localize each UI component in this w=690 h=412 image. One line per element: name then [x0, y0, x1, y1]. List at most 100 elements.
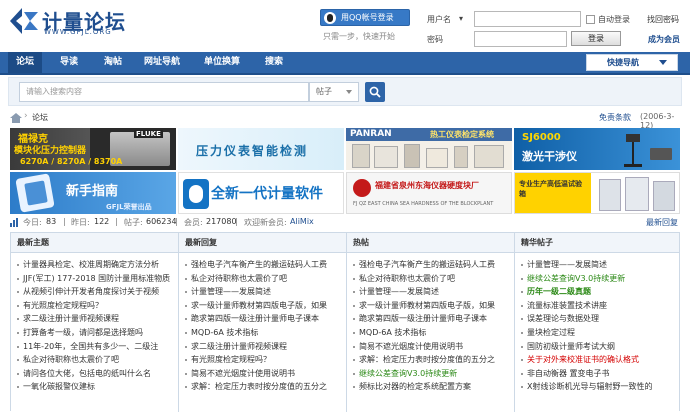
quick-start-hint: 只需一步，快速开始 [323, 32, 395, 41]
topic-link[interactable]: 量块检定过程 [521, 326, 681, 340]
topic-link[interactable]: 请问各位大佬，包括电的纸叫什么名 [17, 367, 177, 381]
stats-divider: | [175, 217, 178, 226]
banner-sj6000-model: SJ6000 [522, 132, 561, 143]
banner-sj6000[interactable]: SJ6000 激光干涉仪 [514, 128, 680, 170]
latest-reply-link[interactable]: 最新回复 [646, 217, 678, 228]
stats-yesterday-value: 122 [94, 217, 110, 226]
topic-link[interactable]: 强检电子汽车衡产生的搬运砝码人工费 [185, 258, 345, 272]
username-dropdown-icon[interactable]: ▾ [459, 14, 463, 23]
topic-link[interactable]: 国防初级计量师考试大纲 [521, 340, 681, 354]
topic-link[interactable]: 求解：检定压力表时按分度值的五分之 [185, 380, 345, 394]
banner-test-chamber[interactable]: 专业生产高低温试验箱 [514, 172, 680, 214]
topic-link[interactable]: JJF(军工) 177-2018 国防计量用标准物质 [17, 272, 177, 286]
breadcrumb-separator: › [24, 111, 28, 121]
register-link[interactable]: 成为会员 [648, 34, 680, 45]
topic-link[interactable]: 频标比对器的检定系统配置方案 [353, 380, 513, 394]
nav-item-url-nav[interactable]: 网址导航 [136, 52, 188, 73]
topic-link[interactable]: 流量标准装置技术讲座 [521, 299, 681, 313]
banner-software[interactable]: 全新一代计量软件 [178, 172, 344, 214]
disclaimer-link[interactable]: 免责条款 [599, 112, 631, 123]
banner-newbie-sub: GFJL荣誉出品 [106, 203, 152, 211]
header: 计量论坛 WWW.GFJL.ORG 用QQ帐号登录 只需一步，快速开始 用户名 … [0, 0, 690, 50]
topic-link[interactable]: 打算备考一级，请问都是选择题吗 [17, 326, 177, 340]
banner-panran[interactable]: PANRAN 热工仪表检定系统 [346, 128, 512, 170]
banner-software-title: 全新一代计量软件 [211, 186, 323, 202]
logo-url: WWW.GFJL.ORG [44, 28, 112, 36]
banner-hardness-sub: FJ QZ EAST CHINA SEA HARDNESS OF THE BLO… [353, 201, 494, 207]
topic-link[interactable]: MQD-6A 技术指标 [185, 326, 345, 340]
topic-link[interactable]: 一氧化碳报警仪建标 [17, 380, 177, 394]
topic-list: 强检电子汽车衡产生的搬运砝码人工费 私企对待职称也太震价了吧 计量管理——发展简述求… [353, 258, 513, 394]
topic-link[interactable]: 私企对待职称也太震价了吧 [185, 272, 345, 286]
topic-link[interactable]: 求一级计量师教材第四版电子版，如果 [353, 299, 513, 313]
topic-link[interactable]: 11年-20年，全国共有多少一、二级注 [17, 340, 177, 354]
topic-link[interactable]: 求二级注册计量师视频课程 [17, 312, 177, 326]
stats-posts-value: 606234 [146, 217, 177, 226]
topic-link[interactable]: 继续公差查询V3.0持续更新 [353, 367, 513, 381]
search-icon [369, 86, 381, 98]
quick-nav-button[interactable]: 快捷导航 [586, 54, 678, 71]
topic-link[interactable]: 简易不遮光烟度计使用说明书 [185, 367, 345, 381]
topic-link[interactable]: X射线诊断机光导与辐射野一致性的 [521, 380, 681, 394]
column-title: 精华帖子 [515, 233, 679, 253]
nav-item-collections[interactable]: 淘帖 [96, 52, 130, 73]
column-title: 最新主题 [11, 233, 178, 253]
topic-link[interactable]: 从视频引伸计开发者角度探讨关于视频 [17, 285, 177, 299]
username-input[interactable] [474, 11, 581, 27]
topic-link[interactable]: 计量管理——发展简述 [353, 285, 513, 299]
topic-link[interactable]: 简易不遮光烟度计使用说明书 [353, 340, 513, 354]
site-logo[interactable]: 计量论坛 WWW.GFJL.ORG [8, 6, 128, 36]
topic-link[interactable]: 非自动衡器 置变电子书 [521, 367, 681, 381]
password-input[interactable] [474, 31, 567, 47]
topic-link[interactable]: 计量管理——发展简述 [185, 285, 345, 299]
login-button[interactable]: 登录 [571, 31, 621, 46]
search-input[interactable]: 请输入搜索内容 [19, 82, 309, 102]
topic-link[interactable]: 私企对待职称也太震价了吧 [353, 272, 513, 286]
topic-link[interactable]: 求二级注册计量师视频课程 [185, 340, 345, 354]
topic-link[interactable]: 强检电子汽车衡产生的搬运砝码人工费 [353, 258, 513, 272]
nav-item-forum[interactable]: 论坛 [8, 52, 43, 73]
auto-login-checkbox[interactable] [586, 15, 595, 24]
topic-link[interactable]: 跪求第四版一级注册计量师电子课本 [185, 312, 345, 326]
stats-newest-label: 欢迎新会员: [244, 218, 287, 227]
qq-login-label: 用QQ帐号登录 [341, 13, 394, 22]
topic-link[interactable]: 历年一级二级真题 [521, 285, 681, 299]
topic-link[interactable]: 求解：检定压力表时按分度值的五分之 [353, 353, 513, 367]
auto-login-label: 自动登录 [598, 15, 630, 24]
nav-item-guide[interactable]: 导读 [52, 52, 86, 73]
topic-link[interactable]: 求一级计量师教材第四版电子版，如果 [185, 299, 345, 313]
chevron-down-icon [659, 60, 667, 65]
search-button[interactable] [365, 82, 385, 102]
stats-yesterday-label: 昨日: [71, 218, 90, 227]
qq-login-button[interactable]: 用QQ帐号登录 [320, 9, 410, 26]
stats-newest-member[interactable]: AliMix [290, 217, 314, 226]
topic-link[interactable]: 计量器具检定、校准周期确定方法分析 [17, 258, 177, 272]
logo-mark-icon [10, 8, 38, 34]
topic-link[interactable]: 有光照度检定规程吗？ [185, 353, 345, 367]
banner-pressure-title: 压力仪表智能检测 [196, 144, 309, 158]
nav-item-unit-convert[interactable]: 单位换算 [196, 52, 248, 73]
breadcrumb-current[interactable]: 论坛 [32, 112, 48, 123]
topic-link[interactable]: 有光照度检定规程吗？ [17, 299, 177, 313]
nav-item-search[interactable]: 搜索 [257, 52, 291, 73]
topic-link[interactable]: 误差理论与数据处理 [521, 312, 681, 326]
forgot-password-link[interactable]: 找回密码 [647, 14, 679, 25]
topic-link[interactable]: 继续公差查询V3.0持续更新 [521, 272, 681, 286]
banner-newbie-guide[interactable]: 新手指南 GFJL荣誉出品 [10, 172, 176, 214]
topic-link[interactable]: MQD-6A 技术指标 [353, 326, 513, 340]
stats-today-label: 今日: [23, 218, 42, 227]
stats-members-label: 会员: [184, 218, 203, 227]
qq-icon [324, 12, 336, 24]
banner-fluke[interactable]: 福禄克 模块化压力控制器 6270A / 8270A / 8370A FLUKE [10, 128, 176, 170]
topic-link[interactable]: 关于对外来校准证书的确认格式 [521, 353, 681, 367]
column-latest-replies: 最新回复 强检电子汽车衡产生的搬运砝码人工费 私企对待职称也太震价了吧 计量管理——… [179, 233, 347, 412]
search-type-select[interactable]: 帖子 [309, 82, 359, 102]
ad-banners: 福禄克 模块化压力控制器 6270A / 8270A / 8370A FLUKE… [10, 128, 680, 214]
banner-hardness-block[interactable]: 福建省泉州东海仪器硬度块厂 FJ QZ EAST CHINA SEA HARDN… [346, 172, 512, 214]
home-icon[interactable] [10, 113, 22, 123]
banner-fluke-brand: FLUKE [134, 130, 163, 138]
topic-link[interactable]: 跪求第四版一级注册计量师电子课本 [353, 312, 513, 326]
topic-link[interactable]: 计量管理——发展简述 [521, 258, 681, 272]
topic-link[interactable]: 私企对待职称也太震价了吧 [17, 353, 177, 367]
banner-pressure[interactable]: 压力仪表智能检测 [178, 128, 344, 170]
